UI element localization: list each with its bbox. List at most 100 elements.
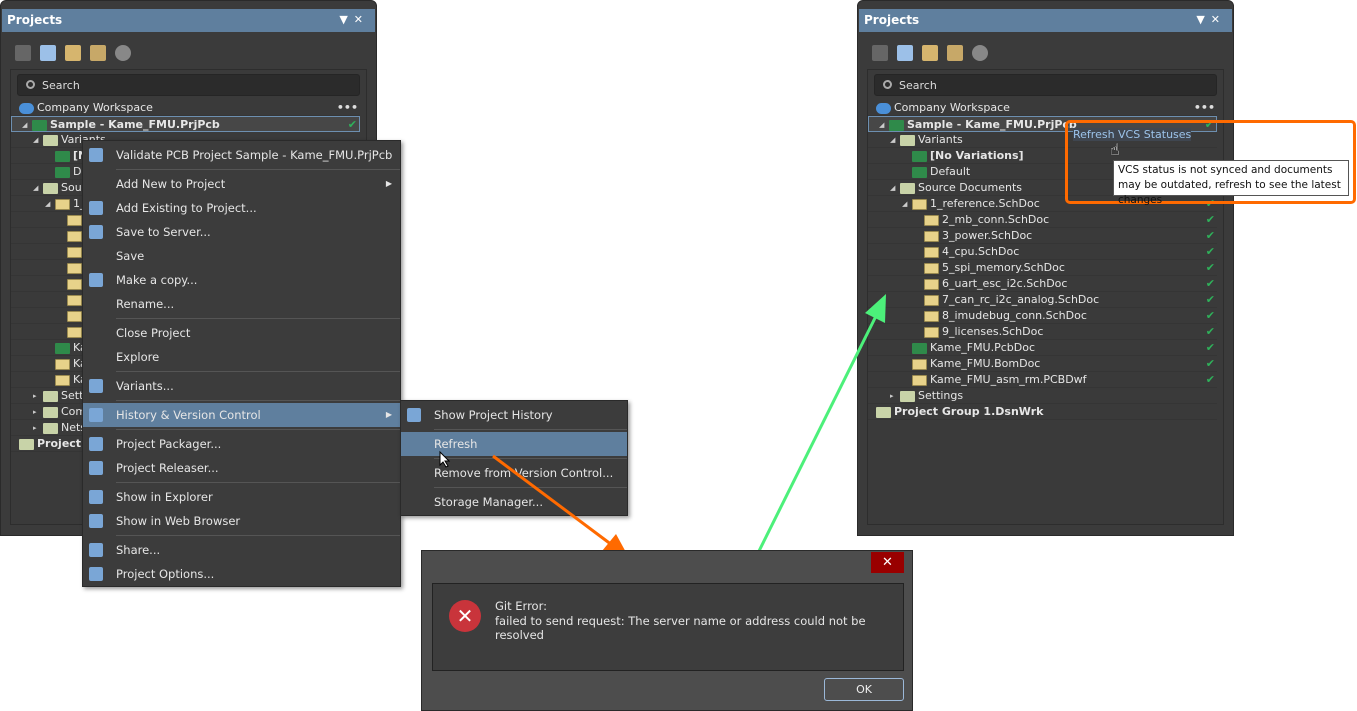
- menu-item[interactable]: Show in Explorer: [83, 485, 400, 509]
- expand-toggle-icon[interactable]: ▸: [33, 388, 41, 404]
- expand-toggle-icon[interactable]: ◢: [22, 117, 30, 133]
- tree-item[interactable]: 6_uart_esc_i2c.SchDoc ✔: [868, 276, 1217, 292]
- menu-item[interactable]: Close Project: [83, 321, 400, 345]
- sch-icon: [67, 311, 82, 322]
- expand-toggle-icon[interactable]: ◢: [890, 132, 898, 148]
- tree-item-label: Kame_FMU_asm_rm.PCBDwf: [930, 373, 1087, 386]
- ok-button[interactable]: OK: [824, 678, 904, 701]
- tree-item-label: Sample - Kame_FMU.PrjPcb: [50, 118, 220, 131]
- copy-docs-icon[interactable]: [897, 45, 913, 61]
- menu-item[interactable]: Remove from Version Control...: [401, 461, 627, 485]
- folder-settings-icon[interactable]: [947, 45, 963, 61]
- tree-item-label: 6_uart_esc_i2c.SchDoc: [942, 277, 1068, 290]
- tree-item[interactable]: 5_spi_memory.SchDoc ✔: [868, 260, 1217, 276]
- folder-settings-icon[interactable]: [90, 45, 106, 61]
- menu-item[interactable]: Project Releaser...: [83, 456, 400, 480]
- folder-icon: [43, 183, 58, 194]
- menu-item[interactable]: Save: [83, 244, 400, 268]
- tree-item[interactable]: Kame_FMU.BomDoc ✔: [868, 356, 1217, 372]
- expand-toggle-icon[interactable]: ◢: [33, 132, 41, 148]
- menu-item[interactable]: Explore: [83, 345, 400, 369]
- dialog-close-button[interactable]: ✕: [871, 552, 904, 573]
- menu-item[interactable]: Add New to Project ▶: [83, 172, 400, 196]
- panel-controls[interactable]: ▼✕: [339, 13, 369, 26]
- sch-icon: [67, 231, 82, 242]
- hand-cursor-icon: ☝: [1110, 140, 1120, 159]
- validate-icon: [89, 148, 103, 162]
- tree-item[interactable]: Company Workspace •••: [11, 100, 360, 116]
- menu-item[interactable]: Make a copy...: [83, 268, 400, 292]
- tree-item[interactable]: 7_can_rc_i2c_analog.SchDoc ✔: [868, 292, 1217, 308]
- more-options-icon[interactable]: •••: [1194, 100, 1215, 116]
- pcb-icon: [912, 167, 927, 178]
- folder-search-icon[interactable]: [65, 45, 81, 61]
- save-icon[interactable]: [872, 45, 888, 61]
- menu-item-label: Show in Explorer: [116, 490, 213, 504]
- menu-item[interactable]: Save to Server...: [83, 220, 400, 244]
- sch-icon: [67, 247, 82, 258]
- menu-item[interactable]: Project Packager...: [83, 432, 400, 456]
- expand-toggle-icon[interactable]: ▸: [890, 388, 898, 404]
- menu-item[interactable]: Show in Web Browser: [83, 509, 400, 533]
- tree-item[interactable]: 3_power.SchDoc ✔: [868, 228, 1217, 244]
- menu-item[interactable]: Refresh: [401, 432, 627, 456]
- synced-check-icon: ✔: [1205, 293, 1215, 306]
- folder-icon: [43, 423, 58, 434]
- tree-item[interactable]: 8_imudebug_conn.SchDoc ✔: [868, 308, 1217, 324]
- menu-item[interactable]: Show Project History: [401, 403, 627, 427]
- gear-icon[interactable]: [972, 45, 988, 61]
- more-options-icon[interactable]: •••: [337, 100, 358, 116]
- tree-item[interactable]: 2_mb_conn.SchDoc ✔: [868, 212, 1217, 228]
- tree-item[interactable]: Kame_FMU_asm_rm.PCBDwf ✔: [868, 372, 1217, 388]
- menu-item[interactable]: Validate PCB Project Sample - Kame_FMU.P…: [83, 143, 400, 167]
- tree-item[interactable]: ◢ Sample - Kame_FMU.PrjPcb ✔: [11, 116, 360, 132]
- sch-icon: [67, 295, 82, 306]
- menu-item-label: Save: [116, 249, 145, 263]
- tree-item[interactable]: ▸ Settings: [868, 388, 1217, 404]
- expand-toggle-icon[interactable]: ◢: [902, 196, 910, 212]
- expand-toggle-icon[interactable]: ◢: [45, 196, 53, 212]
- folder-search-icon[interactable]: [922, 45, 938, 61]
- version-control-submenu: Show Project History Refresh Remove from V…: [400, 400, 628, 516]
- menu-item[interactable]: Rename...: [83, 292, 400, 316]
- menu-item[interactable]: Add Existing to Project...: [83, 196, 400, 220]
- menu-separator: [116, 371, 400, 372]
- clock-icon: [89, 408, 103, 422]
- synced-check-icon: ✔: [1205, 229, 1215, 242]
- pcb-icon: [55, 167, 70, 178]
- pcb-icon: [912, 343, 927, 354]
- tree-item-label: Default: [930, 165, 971, 178]
- panel-controls[interactable]: ▼✕: [1196, 13, 1226, 26]
- expand-toggle-icon[interactable]: ▸: [33, 420, 41, 436]
- folder-icon: [900, 135, 915, 146]
- expand-toggle-icon[interactable]: ▸: [33, 404, 41, 420]
- cloud-icon: [876, 103, 891, 114]
- sch-icon: [67, 263, 82, 274]
- pcb-icon: [55, 343, 70, 354]
- panel-toolbar: [15, 43, 131, 63]
- search-placeholder: Search: [899, 79, 937, 92]
- search-input[interactable]: Search: [17, 74, 360, 96]
- tree-item[interactable]: Company Workspace •••: [868, 100, 1217, 116]
- tree-item[interactable]: 4_cpu.SchDoc ✔: [868, 244, 1217, 260]
- save-icon[interactable]: [15, 45, 31, 61]
- expand-toggle-icon[interactable]: ◢: [879, 117, 887, 133]
- gear-icon[interactable]: [115, 45, 131, 61]
- menu-item[interactable]: History & Version Control ▶: [83, 403, 400, 427]
- sch-icon: [67, 327, 82, 338]
- expand-toggle-icon[interactable]: ◢: [33, 180, 41, 196]
- copy-docs-icon[interactable]: [40, 45, 56, 61]
- tree-item[interactable]: Kame_FMU.PcbDoc ✔: [868, 340, 1217, 356]
- search-input[interactable]: Search: [874, 74, 1217, 96]
- menu-item[interactable]: Variants...: [83, 374, 400, 398]
- add-existing-icon: [89, 201, 103, 215]
- tree-item-label: 7_can_rc_i2c_analog.SchDoc: [942, 293, 1100, 306]
- menu-item[interactable]: Storage Manager...: [401, 490, 627, 514]
- expand-toggle-icon[interactable]: ◢: [890, 180, 898, 196]
- tree-item[interactable]: 9_licenses.SchDoc ✔: [868, 324, 1217, 340]
- menu-item[interactable]: Project Options...: [83, 562, 400, 586]
- sch-icon: [924, 295, 939, 306]
- menu-item[interactable]: Share...: [83, 538, 400, 562]
- menu-item-label: Add Existing to Project...: [116, 201, 257, 215]
- tree-item[interactable]: Project Group 1.DsnWrk: [868, 404, 1217, 420]
